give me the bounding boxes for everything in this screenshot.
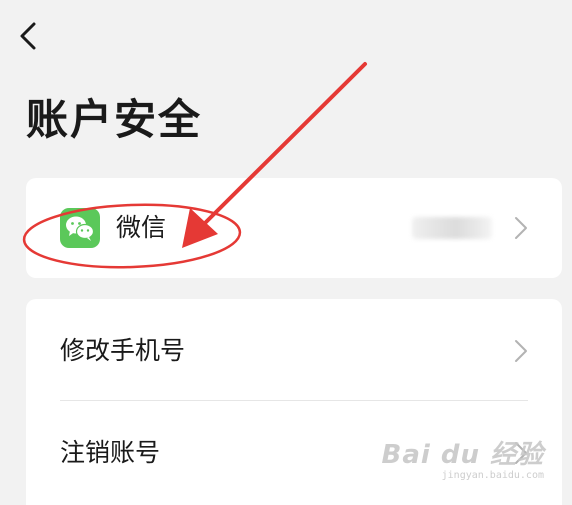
wechat-card: 微信 <box>26 178 562 278</box>
delete-account-label: 注销账号 <box>60 438 161 467</box>
wechat-label: 微信 <box>116 213 167 242</box>
watermark-url: jingyan.baidu.com <box>441 470 544 481</box>
back-button[interactable] <box>14 18 44 54</box>
chevron-right-icon <box>515 340 527 362</box>
chevron-left-icon <box>20 22 36 50</box>
watermark-brand: Bai du 经验 <box>381 440 544 470</box>
page-title: 账户安全 <box>26 95 203 144</box>
divider <box>60 400 528 401</box>
change-phone-row[interactable]: 修改手机号 <box>26 301 562 401</box>
wechat-binding-row[interactable]: 微信 <box>26 178 562 278</box>
chevron-right-icon <box>515 217 527 239</box>
watermark: Bai du 经验 jingyan.baidu.com <box>382 440 545 482</box>
wechat-account-value <box>412 217 492 239</box>
wechat-icon <box>60 208 100 248</box>
change-phone-label: 修改手机号 <box>60 336 186 365</box>
